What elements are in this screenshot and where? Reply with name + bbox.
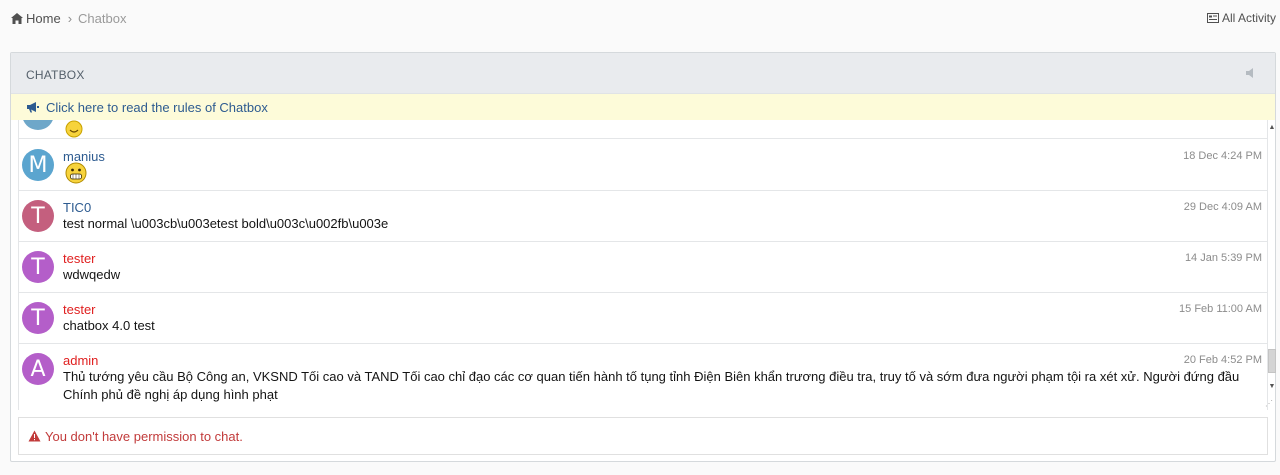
message-timestamp: 20 Feb 4:52 PM [1183,354,1262,366]
chat-message: M manius 18 Dec 4:24 PM [19,139,1267,191]
home-icon [11,13,23,24]
avatar [22,120,54,130]
avatar: A [22,353,54,385]
resize-handle-icon[interactable]: ⋰ [1265,399,1273,408]
avatar: T [22,302,54,334]
all-activity-label: All Activity [1221,11,1276,25]
chat-message: A admin Thủ tướng yêu cầu Bộ Công an, VK… [19,344,1267,410]
chatbox-title: CHATBOX [26,68,85,82]
message-text: wdwqedw [63,267,121,282]
message-scrollbar[interactable]: ▲ ▼ [1268,120,1276,410]
message-username[interactable]: admin [63,353,98,368]
activity-icon [1206,13,1219,23]
avatar: T [22,200,54,232]
message-text: chatbox 4.0 test [63,318,155,333]
message-text: Thủ tướng yêu cầu Bộ Công an, VKSND Tối … [63,369,1240,402]
chatbox-rules-link[interactable]: Click here to read the rules of Chatbox [11,94,1275,120]
scroll-up-arrow[interactable]: ▲ [1268,124,1276,132]
warning-icon [28,430,41,442]
chat-message-partial [19,120,1267,139]
message-text: test normal \u003cb\u003etest bold\u003c… [63,216,389,231]
message-username[interactable]: tester [63,302,96,317]
rules-link-label: Click here to read the rules of Chatbox [46,99,268,115]
message-username[interactable]: TIC0 [63,200,91,215]
breadcrumb-home[interactable]: Home [11,11,61,26]
top-bar: Home › Chatbox All Activity [0,0,1280,36]
message-list[interactable]: M manius 18 Dec 4:24 PM T TIC0 test norm… [18,120,1268,410]
permission-notice-text: You don't have permission to chat. [45,428,243,444]
breadcrumb-home-label: Home [26,11,61,26]
grin-emoji-icon [65,162,87,184]
breadcrumb-current[interactable]: Chatbox [78,11,126,26]
message-timestamp: 15 Feb 11:00 AM [1179,303,1262,315]
avatar: M [22,149,54,181]
scroll-down-arrow[interactable]: ▼ [1268,383,1276,391]
chatbox-header: CHATBOX [11,53,1275,94]
avatar: T [22,251,54,283]
chevron-right-icon: › [67,11,73,26]
message-timestamp: 18 Dec 4:24 PM [1183,150,1262,162]
scroll-thumb[interactable] [1268,349,1276,373]
sound-toggle-icon[interactable] [1245,67,1257,79]
breadcrumb: Home › Chatbox [11,11,126,26]
message-username[interactable]: tester [63,251,96,266]
smile-emoji-icon [65,120,83,138]
megaphone-icon [27,102,39,113]
all-activity-link[interactable]: All Activity [1206,11,1276,25]
message-timestamp: 14 Jan 5:39 PM [1184,252,1262,264]
chatbox-panel: CHATBOX Click here to read the rules of … [10,52,1276,462]
permission-notice: You don't have permission to chat. [18,417,1268,455]
chat-message: T tester wdwqedw 14 Jan 5:39 PM [19,242,1267,293]
chat-message: T TIC0 test normal \u003cb\u003etest bol… [19,191,1267,242]
message-timestamp: 29 Dec 4:09 AM [1183,201,1262,213]
chat-message: T tester chatbox 4.0 test 15 Feb 11:00 A… [19,293,1267,344]
